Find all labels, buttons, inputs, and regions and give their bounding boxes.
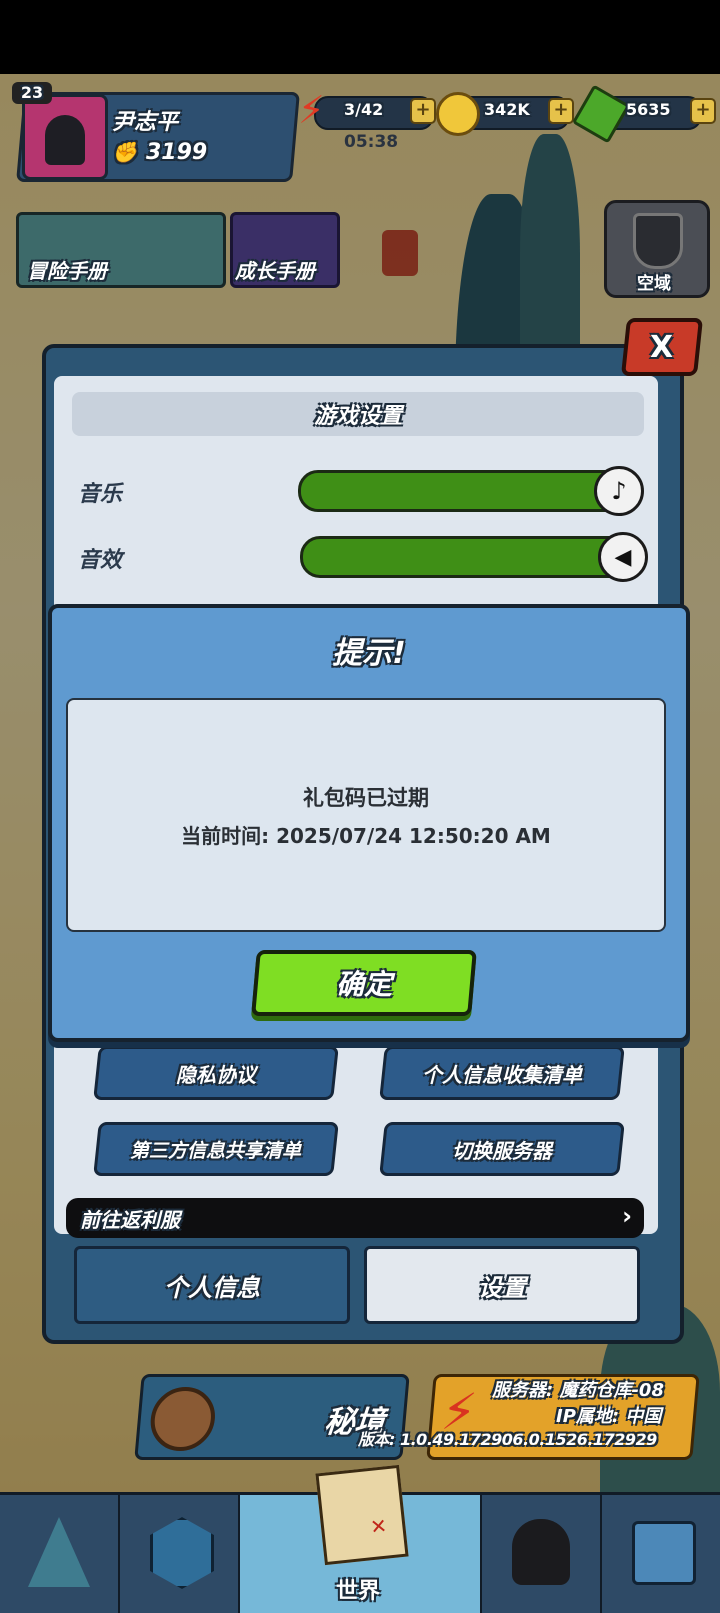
nav-tab-cards[interactable]: [120, 1495, 240, 1613]
nav-world-label: 世界: [336, 1579, 381, 1604]
hex-badge-icon: [150, 1517, 214, 1589]
dialog-message: 礼包码已过期: [303, 785, 429, 810]
switch-server-label: 切换服务器: [452, 1138, 552, 1163]
music-note-icon[interactable]: ♪: [594, 466, 644, 516]
music-label: 音乐: [78, 482, 123, 507]
music-slider[interactable]: [298, 470, 640, 512]
adventure-manual-label: 冒险手册: [27, 259, 107, 283]
chevron-right-icon: ›: [622, 1202, 632, 1230]
version-info: 版本: 1.0.49.172906.0.1526.172929: [358, 1430, 657, 1449]
tab-settings-label: 设置: [478, 1273, 526, 1302]
target-icon: [148, 1387, 218, 1451]
speaker-icon[interactable]: ◀: [598, 532, 648, 582]
character-icon: [512, 1519, 570, 1585]
gold-add-button[interactable]: +: [548, 98, 574, 124]
ip-info: IP属地: 中国: [556, 1406, 662, 1427]
gem-value: 5635: [626, 100, 671, 119]
dialog-message-box: 礼包码已过期 当前时间: 2025/07/24 12:50:20 AM: [66, 698, 666, 932]
growth-manual-button[interactable]: 成长手册: [230, 212, 340, 288]
settings-title: 游戏设置: [313, 404, 402, 429]
privacy-policy-button[interactable]: 隐私协议: [93, 1046, 339, 1100]
sfx-label: 音效: [78, 548, 123, 573]
nav-tab-world[interactable]: ✕ 世界: [240, 1464, 482, 1613]
personal-info-list-button[interactable]: 个人信息收集清单: [379, 1046, 625, 1100]
crystal-icon: [28, 1517, 90, 1587]
nav-tab-heroes[interactable]: [0, 1495, 120, 1613]
third-party-sharing-button[interactable]: 第三方信息共享清单: [93, 1122, 339, 1176]
confirm-label: 确定: [335, 968, 392, 1001]
gem-add-button[interactable]: +: [690, 98, 716, 124]
map-marker-icon: ✕: [369, 1513, 389, 1540]
airspace-label: 空域: [637, 274, 671, 294]
settings-title-bar: 游戏设置: [72, 392, 644, 436]
tab-settings[interactable]: 设置: [364, 1246, 640, 1324]
player-power: 3199: [146, 140, 208, 165]
energy-add-button[interactable]: +: [410, 98, 436, 124]
power-icon: ✊: [112, 140, 137, 164]
growth-manual-label: 成长手册: [235, 259, 315, 283]
privacy-policy-label: 隐私协议: [176, 1062, 256, 1087]
energy-value: 3/42: [344, 100, 384, 119]
player-name: 尹志平: [112, 110, 179, 135]
confirm-button[interactable]: 确定: [251, 950, 477, 1016]
switch-server-button[interactable]: 切换服务器: [379, 1122, 625, 1176]
adventure-manual-button[interactable]: 冒险手册: [16, 212, 226, 288]
airspace-button[interactable]: 空域: [604, 200, 710, 298]
nav-tab-guild[interactable]: [482, 1495, 602, 1613]
energy-timer: 05:38: [344, 132, 399, 152]
tab-personal-info-label: 个人信息: [164, 1273, 260, 1302]
gold-coin-icon: [436, 92, 480, 136]
close-button[interactable]: X: [620, 318, 704, 376]
personal-info-list-label: 个人信息收集清单: [422, 1062, 582, 1087]
player-level: 23: [12, 82, 52, 104]
close-icon: X: [650, 329, 674, 365]
music-slider-fill: [301, 473, 637, 509]
dialog-current-time: 当前时间: 2025/07/24 12:50:20 AM: [181, 823, 551, 848]
avatar-icon: [45, 115, 85, 165]
rebate-server-link[interactable]: 前往返利服 ›: [66, 1198, 644, 1238]
bottom-nav: ✕ 世界: [0, 1464, 720, 1613]
nav-tab-shop[interactable]: [602, 1495, 720, 1613]
energy-icon: ⚡: [298, 88, 325, 132]
rebate-server-label: 前往返利服: [80, 1208, 180, 1232]
dialog-title: 提示!: [48, 628, 690, 672]
player-avatar[interactable]: [22, 94, 108, 180]
map-icon: ✕: [315, 1464, 409, 1566]
shield-icon: [633, 213, 683, 269]
tab-personal-info[interactable]: 个人信息: [74, 1246, 350, 1324]
status-bar: [0, 0, 720, 74]
dialog-title-text: 提示!: [332, 636, 406, 671]
server-info: 服务器: 魔药仓库-08: [492, 1380, 664, 1401]
shop-box-icon: [632, 1521, 696, 1585]
gold-value: 342K: [484, 100, 530, 119]
third-party-sharing-label: 第三方信息共享清单: [130, 1139, 302, 1162]
sfx-slider[interactable]: [300, 536, 642, 578]
